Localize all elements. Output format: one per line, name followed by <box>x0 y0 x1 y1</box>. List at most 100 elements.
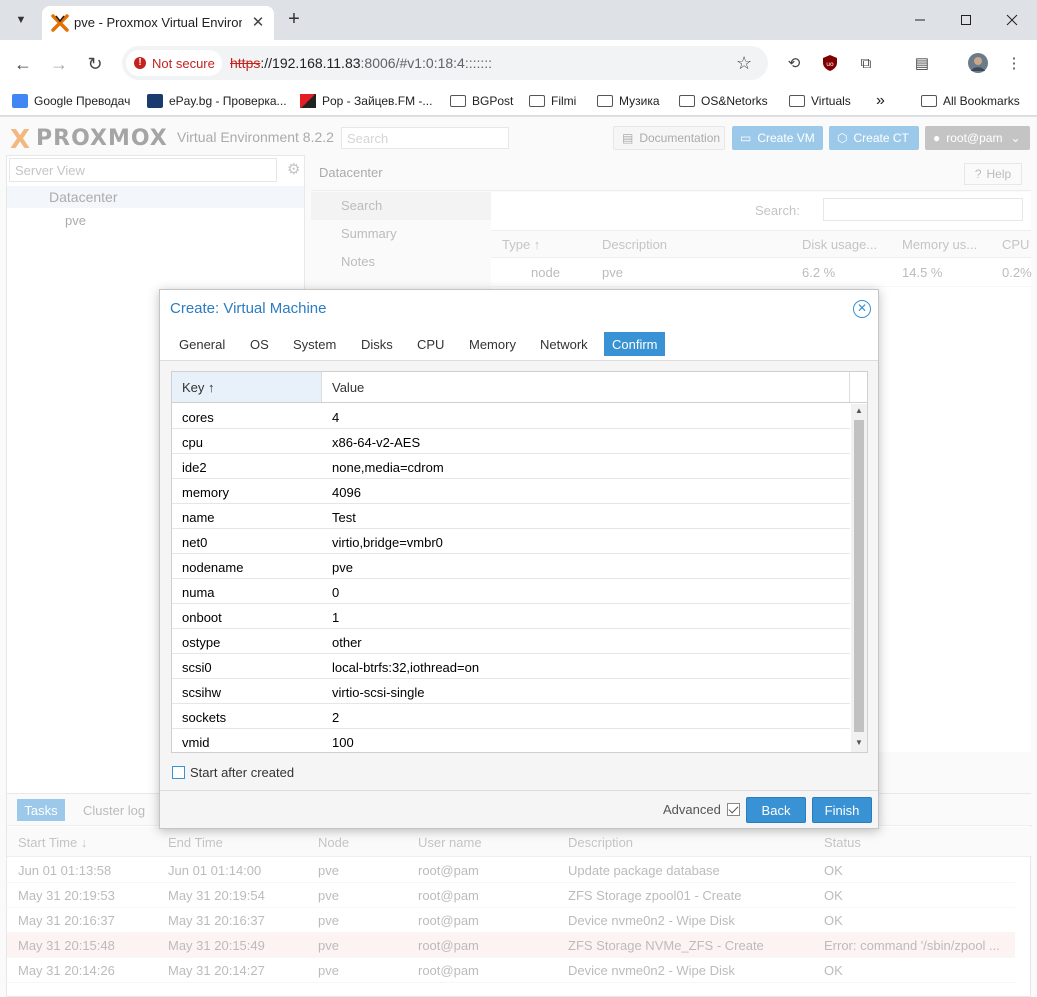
bookmark-label: Музика <box>619 94 660 108</box>
dialog-title: Create: Virtual Machine <box>170 300 327 317</box>
table-row[interactable]: net0 virtio,bridge=vmbr0 <box>172 529 850 554</box>
table-row[interactable]: name Test <box>172 504 850 529</box>
cell-value: x86-64-v2-AES <box>332 435 421 450</box>
svg-text:uo: uo <box>826 61 834 68</box>
wizard-body: Key ↑ Value cores 4 cpu x86-64-v2-AES ide2 no… <box>160 360 878 790</box>
table-row[interactable]: cpu x86-64-v2-AES <box>172 429 850 454</box>
minimize-icon[interactable] <box>908 8 932 32</box>
table-row[interactable]: ide2 none,media=cdrom <box>172 454 850 479</box>
zaitsev-fm-icon <box>300 94 316 108</box>
table-row[interactable]: sockets 2 <box>172 704 850 729</box>
reading-list-icon[interactable]: ▤ <box>910 52 934 74</box>
bookmark-folder-virtuals[interactable]: Virtuals <box>789 92 851 110</box>
tab-close-icon[interactable]: ✕ <box>248 12 268 32</box>
tab-cpu[interactable]: CPU <box>409 332 452 356</box>
tab-disks[interactable]: Disks <box>353 332 401 356</box>
tab-general[interactable]: General <box>171 332 233 356</box>
google-translate-icon <box>12 94 28 108</box>
bookmark-star-icon[interactable]: ☆ <box>736 53 752 74</box>
maximize-icon[interactable] <box>954 8 978 32</box>
cell-value: none,media=cdrom <box>332 460 444 475</box>
col-value[interactable]: Value <box>322 372 850 402</box>
bookmark-label: BGPost <box>472 94 514 108</box>
address-bar[interactable]: ! Not secure https://192.168.11.83:8006/… <box>122 46 768 80</box>
cell-key: onboot <box>182 610 222 625</box>
bookmarks-overflow-icon[interactable]: » <box>876 92 885 110</box>
close-icon[interactable]: ✕ <box>853 300 871 318</box>
cell-value: 4096 <box>332 485 361 500</box>
tab-confirm[interactable]: Confirm <box>604 332 665 356</box>
tab-memory[interactable]: Memory <box>461 332 524 356</box>
table-row[interactable]: cores 4 <box>172 404 850 429</box>
tab-search-chevron-icon[interactable]: ▼ <box>8 8 34 32</box>
confirm-grid-header: Key ↑ Value <box>172 372 867 403</box>
advanced-checkbox[interactable]: Advanced <box>663 802 740 817</box>
new-tab-icon[interactable]: + <box>283 9 305 31</box>
table-row[interactable]: ostype other <box>172 629 850 654</box>
start-after-created-label: Start after created <box>190 764 295 780</box>
ublock-icon[interactable]: uo <box>818 52 842 74</box>
tab-os[interactable]: OS <box>242 332 277 356</box>
table-row[interactable]: numa 0 <box>172 579 850 604</box>
reload-icon[interactable]: ↻ <box>83 52 107 76</box>
bookmark-label: Virtuals <box>811 94 851 108</box>
bookmark-folder-osnetorks[interactable]: OS&Netorks <box>679 92 768 110</box>
bookmark-google-translate[interactable]: Google Преводач <box>12 92 130 110</box>
scroll-up-icon[interactable]: ▲ <box>854 406 864 416</box>
all-bookmarks[interactable]: All Bookmarks <box>921 92 1020 110</box>
cell-key: cpu <box>182 435 203 450</box>
cell-key: ide2 <box>182 460 207 475</box>
profile-avatar[interactable] <box>966 52 990 74</box>
table-row[interactable]: nodename pve <box>172 554 850 579</box>
proxmox-favicon-icon <box>51 14 69 32</box>
url-path: :8006/#v1:0:18:4::::::: <box>360 55 493 71</box>
bookmark-folder-bgpost[interactable]: BGPost <box>450 92 513 110</box>
browser-tab[interactable]: pve - Proxmox Virtual Environme ✕ <box>42 6 274 40</box>
close-window-icon[interactable] <box>1000 8 1024 32</box>
start-after-created-checkbox[interactable]: Start after created <box>172 763 294 781</box>
cell-key: memory <box>182 485 229 500</box>
cell-value: local-btrfs:32,iothread=on <box>332 660 480 675</box>
cell-key: nodename <box>182 560 244 575</box>
folder-icon <box>529 95 545 107</box>
bookmark-epay[interactable]: ePay.bg - Проверка... <box>147 92 287 110</box>
back-button[interactable]: Back <box>746 797 806 823</box>
warning-icon: ! <box>134 57 146 69</box>
table-row[interactable]: vmid 100 <box>172 729 850 752</box>
table-row[interactable]: onboot 1 <box>172 604 850 629</box>
url-host: ://192.168.11.83 <box>260 55 361 71</box>
finish-button[interactable]: Finish <box>812 797 872 823</box>
checkbox-checked[interactable] <box>726 803 740 816</box>
bookmark-pop-zaitsev[interactable]: Pop - Зайцев.FM -... <box>300 92 432 110</box>
grid-scrollbar[interactable]: ▲ ▼ <box>851 404 867 752</box>
table-row[interactable]: memory 4096 <box>172 479 850 504</box>
folder-icon <box>921 95 937 107</box>
tab-system[interactable]: System <box>285 332 344 356</box>
not-secure-chip[interactable]: ! Not secure <box>126 50 222 76</box>
bookmark-folder-filmi[interactable]: Filmi <box>529 92 576 110</box>
extensions-puzzle-icon[interactable]: ⧉ <box>854 52 878 74</box>
create-vm-dialog: Create: Virtual Machine ✕ General OS Sys… <box>159 289 879 829</box>
bookmark-folder-muzika[interactable]: Музика <box>597 92 660 110</box>
table-row[interactable]: scsi0 local-btrfs:32,iothread=on <box>172 654 850 679</box>
scroll-down-icon[interactable]: ▼ <box>854 738 864 748</box>
tab-network[interactable]: Network <box>532 332 596 356</box>
browser-menu-icon[interactable]: ⋮ <box>1002 52 1026 74</box>
scrollbar-thumb[interactable] <box>854 420 864 732</box>
cell-value: 100 <box>332 735 354 750</box>
extension-sync-icon[interactable]: ⟲ <box>782 52 806 74</box>
browser-toolbar: ← → ↻ ! Not secure https://192.168.11.83… <box>0 40 1037 86</box>
confirm-rows: cores 4 cpu x86-64-v2-AES ide2 none,media=cdr… <box>172 404 850 752</box>
checkbox-box[interactable] <box>172 765 185 779</box>
cell-value: virtio-scsi-single <box>332 685 425 700</box>
table-row[interactable]: scsihw virtio-scsi-single <box>172 679 850 704</box>
cell-key: scsi0 <box>182 660 212 675</box>
url-text: https://192.168.11.83:8006/#v1:0:18:4:::… <box>230 55 492 71</box>
cell-value: 4 <box>332 410 340 425</box>
folder-icon <box>597 95 613 107</box>
cell-value: pve <box>332 560 353 575</box>
col-key[interactable]: Key ↑ <box>172 372 322 402</box>
forward-arrow-icon[interactable]: → <box>47 52 71 76</box>
back-arrow-icon[interactable]: ← <box>11 52 35 76</box>
folder-icon <box>679 95 695 107</box>
